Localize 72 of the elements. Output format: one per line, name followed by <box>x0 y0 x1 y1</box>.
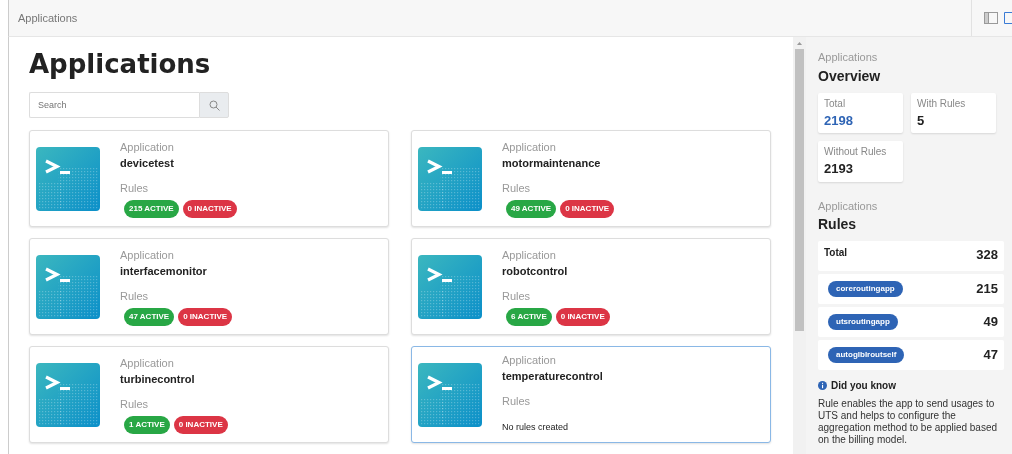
field-label: Rules <box>120 288 150 304</box>
rule-row[interactable]: utsroutingapp 49 <box>818 307 1004 337</box>
field-label: Rules <box>502 393 532 409</box>
app-name: temperaturecontrol <box>502 369 603 385</box>
total-label: Total <box>824 246 848 260</box>
stat-value: 5 <box>917 111 926 130</box>
field-label: Application <box>120 247 175 263</box>
field-label: Rules <box>120 396 150 412</box>
page-title: Applications <box>18 10 78 26</box>
info-icon <box>818 381 827 390</box>
active-rules-badge: 6 ACTIVE <box>506 308 552 327</box>
search-button[interactable] <box>199 92 229 119</box>
rule-count: 328 <box>976 246 998 264</box>
app-tag: utsroutingapp <box>828 314 898 330</box>
app-name: turbinecontrol <box>120 372 196 388</box>
inactive-rules-badge: 0 INACTIVE <box>173 416 228 435</box>
section-title: Overview <box>818 66 882 86</box>
app-name: interfacemonitor <box>120 264 208 280</box>
app-card[interactable]: Application interfacemonitor Rules 47 ACTIVE 0 INACTIVE <box>29 238 389 336</box>
app-card[interactable]: Application robotcontrol Rules 6 ACTIVE 0 INACTIVE <box>411 238 771 336</box>
terminal-icon <box>418 254 482 319</box>
terminal-icon <box>36 254 100 319</box>
app-name: robotcontrol <box>502 264 569 280</box>
inactive-rules-badge: 0 INACTIVE <box>560 200 615 219</box>
field-label: Rules <box>502 180 532 196</box>
section-title: Rules <box>818 215 858 234</box>
terminal-icon <box>418 362 482 427</box>
rule-row[interactable]: coreroutingapp 215 <box>818 274 1004 304</box>
stat-label: With Rules <box>917 96 967 111</box>
terminal-icon <box>36 146 100 211</box>
app-tag: coreroutingapp <box>828 281 903 297</box>
app-name: devicetest <box>120 156 175 172</box>
tip-text: Rule enables the app to send usages to UTS and helps to configure the aggregation method to be applied based on the billing model. <box>818 398 999 446</box>
section-caption: Applications <box>818 198 879 214</box>
field-label: Application <box>120 355 175 371</box>
rule-row[interactable]: autoglblroutself 47 <box>818 340 1004 370</box>
app-tag: autoglblroutself <box>828 347 905 363</box>
page-heading: Applications <box>29 49 212 81</box>
rule-count: 47 <box>983 346 998 365</box>
terminal-icon <box>36 362 100 427</box>
app-name: motormaintenance <box>502 156 602 172</box>
field-label: Application <box>502 352 557 368</box>
rule-count: 215 <box>976 280 998 299</box>
tip-title: Did you know <box>831 379 896 393</box>
inactive-rules-badge: 0 INACTIVE <box>182 200 237 219</box>
search-icon <box>208 99 220 111</box>
panel-icon[interactable] <box>984 12 998 24</box>
app-card[interactable]: Application temperaturecontrol Rules No rules created <box>411 346 771 444</box>
stat-value: 2198 <box>824 111 854 130</box>
app-card[interactable]: Application devicetest Rules 215 ACTIVE 0 INACTIVE <box>29 130 389 228</box>
field-label: Application <box>120 139 175 155</box>
active-rules-badge: 47 ACTIVE <box>124 308 175 327</box>
active-rules-badge: 215 ACTIVE <box>124 200 179 219</box>
window-icon[interactable] <box>1004 12 1012 24</box>
field-label: Application <box>502 247 557 263</box>
active-rules-badge: 49 ACTIVE <box>506 200 557 219</box>
inactive-rules-badge: 0 INACTIVE <box>178 308 233 327</box>
stat-label: Without Rules <box>824 145 888 159</box>
app-card[interactable]: Application turbinecontrol Rules 1 ACTIVE 0 INACTIVE <box>29 346 389 444</box>
no-rules-text: No rules created <box>502 422 569 433</box>
inactive-rules-badge: 0 INACTIVE <box>555 308 610 327</box>
app-card[interactable]: Application motormaintenance Rules 49 ACTIVE 0 INACTIVE <box>411 130 771 228</box>
field-label: Application <box>502 139 557 155</box>
search-field[interactable]: Search <box>29 92 199 119</box>
rule-count: 49 <box>983 313 998 332</box>
stat-label: Total <box>824 96 847 111</box>
active-rules-badge: 1 ACTIVE <box>124 416 170 435</box>
section-caption: Applications <box>818 50 879 65</box>
terminal-icon <box>418 146 482 211</box>
field-label: Rules <box>120 180 150 196</box>
stat-value: 2193 <box>824 160 854 178</box>
field-label: Rules <box>502 288 532 304</box>
